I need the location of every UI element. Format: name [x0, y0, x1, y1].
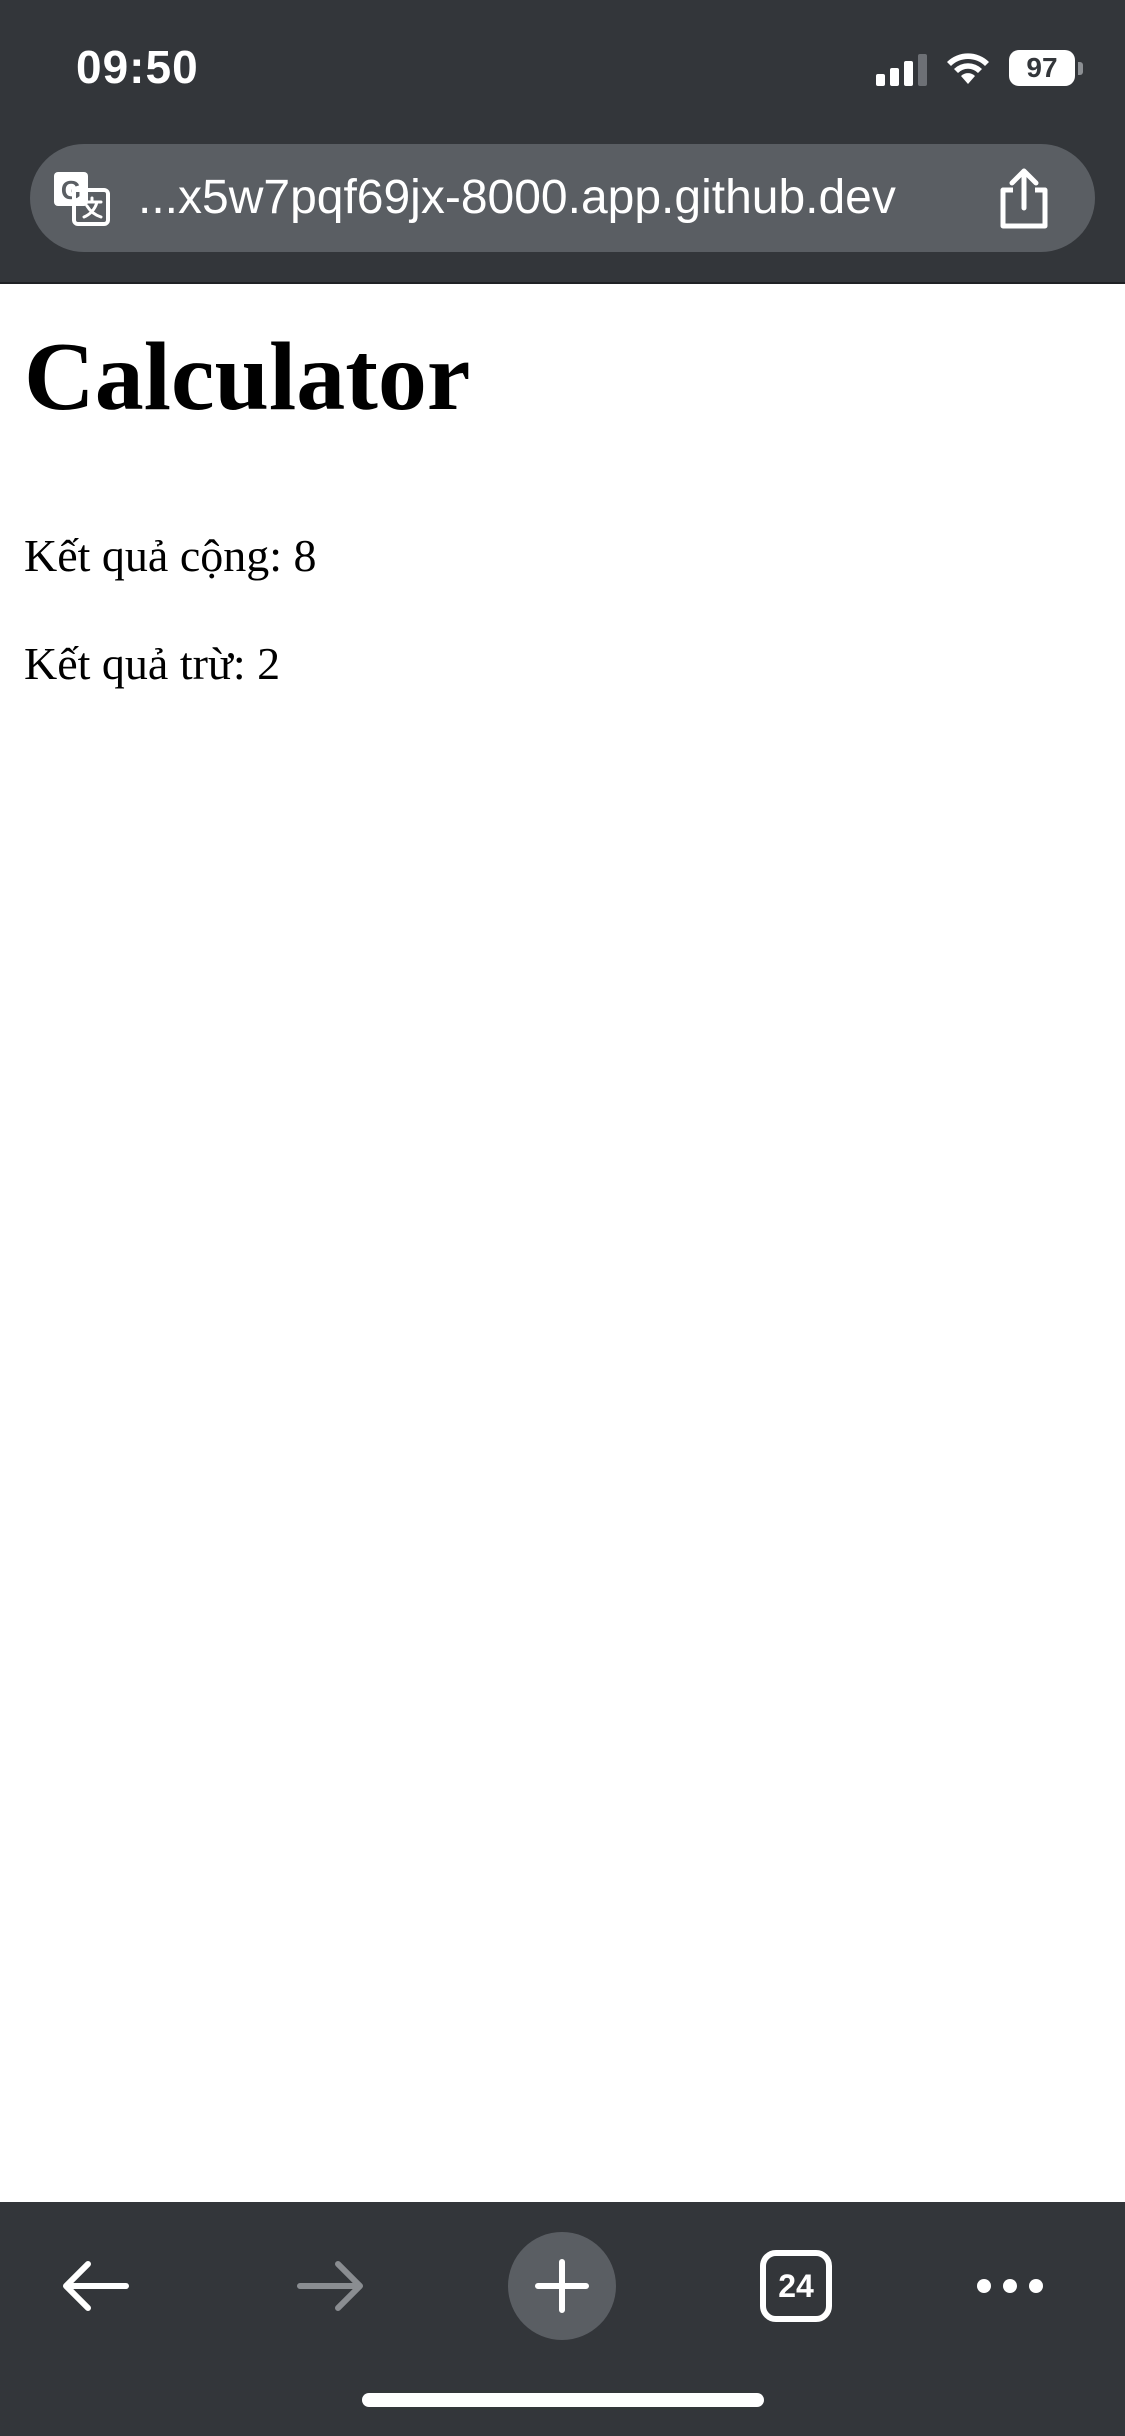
- tabs-button[interactable]: 24: [746, 2236, 846, 2336]
- status-icons: 97: [876, 48, 1083, 88]
- page-title: Calculator: [24, 323, 471, 431]
- forward-arrow-icon[interactable]: [294, 2258, 366, 2314]
- addition-result: Kết quả cộng: 8: [24, 530, 317, 581]
- battery-icon: 97: [1009, 50, 1083, 86]
- url-text[interactable]: ...x5w7pqf69jx-8000.app.github.dev: [138, 144, 896, 252]
- back-button[interactable]: [46, 2236, 146, 2336]
- subtraction-result: Kết quả trừ: 2: [24, 638, 281, 689]
- address-bar[interactable]: G ...x5w7pqf69jx-8000.app.github.dev: [30, 144, 1095, 252]
- more-icon[interactable]: [974, 2276, 1046, 2296]
- new-tab-button[interactable]: [508, 2232, 616, 2340]
- signal-icon: [876, 50, 927, 86]
- battery-level: 97: [1009, 50, 1075, 86]
- wifi-icon: [947, 53, 989, 84]
- share-icon[interactable]: [995, 166, 1053, 230]
- tab-count[interactable]: 24: [760, 2250, 832, 2322]
- back-arrow-icon[interactable]: [60, 2258, 132, 2314]
- more-button[interactable]: [960, 2236, 1060, 2336]
- home-indicator: [362, 2393, 764, 2407]
- translate-icon[interactable]: G: [52, 168, 112, 228]
- status-time: 09:50: [76, 41, 199, 93]
- plus-icon[interactable]: [534, 2258, 590, 2314]
- forward-button[interactable]: [280, 2236, 380, 2336]
- browser-top-chrome: 09:50 97 G ...x5w7pqf69jx-8000.app.githu…: [0, 0, 1125, 282]
- page-content: Calculator Kết quả cộng: 8 Kết quả trừ: …: [0, 284, 1125, 2202]
